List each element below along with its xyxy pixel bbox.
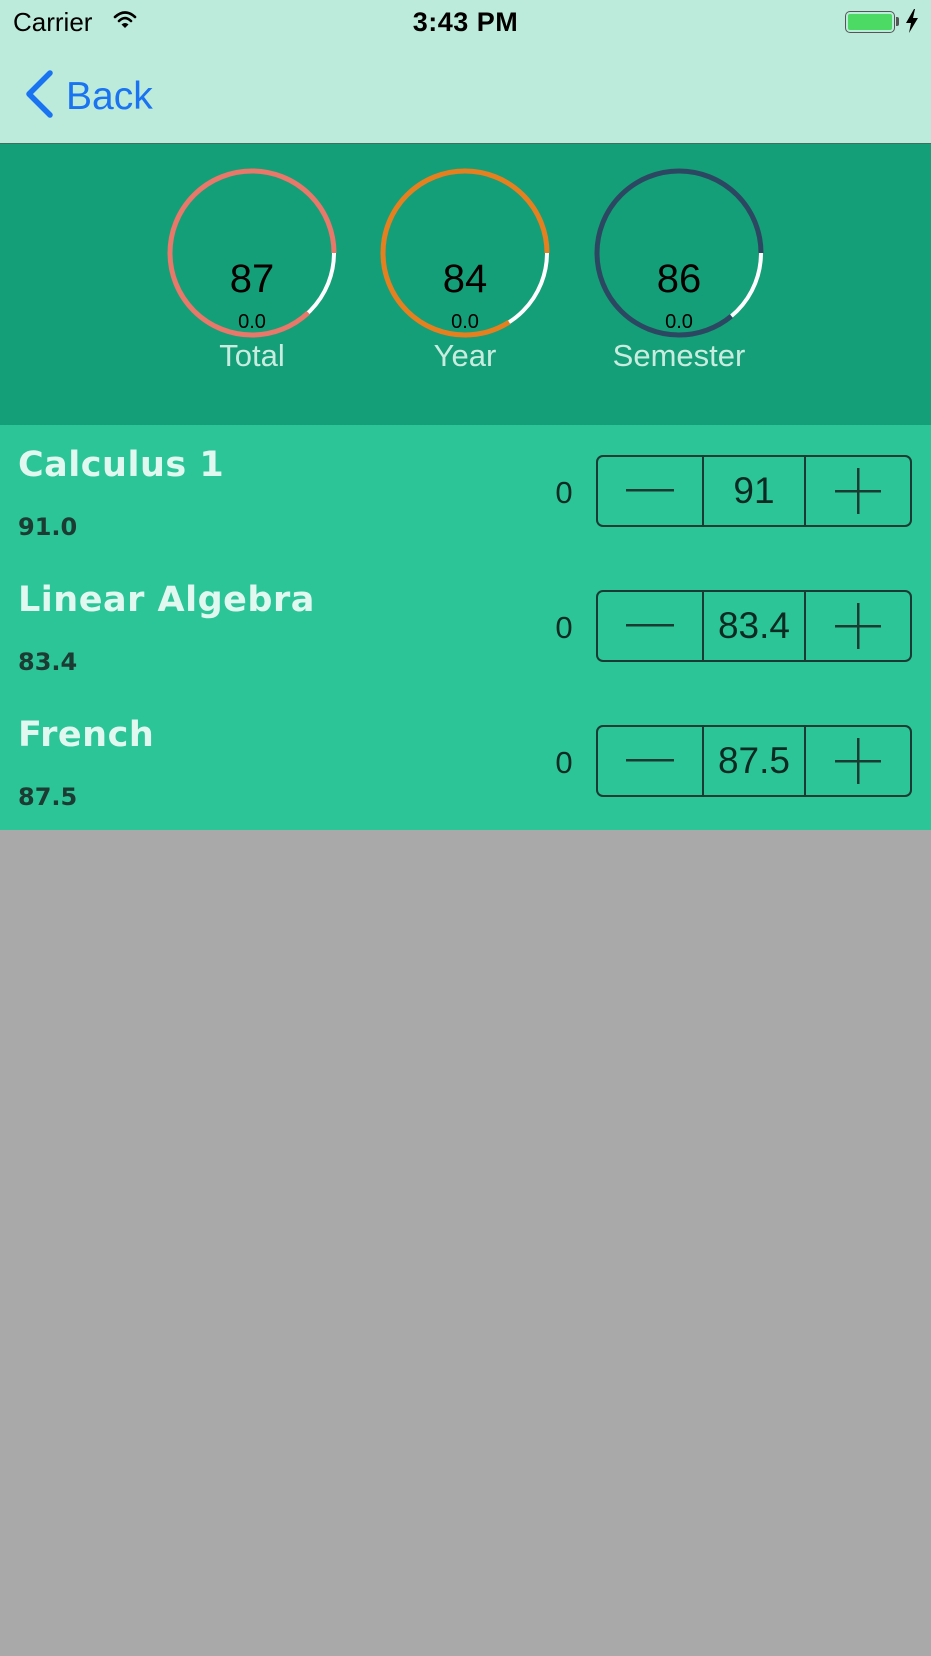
chevron-left-icon (24, 70, 54, 123)
grade-stepper: 83.4 (596, 590, 912, 662)
semester-label: Semester (612, 338, 746, 373)
clock: 3:43 PM (412, 7, 519, 37)
year-sub-value: 0.0 (451, 311, 479, 333)
course-grade: 91.0 (18, 513, 78, 541)
decrement-button[interactable] (598, 457, 702, 525)
course-name: Calculus 1 (18, 445, 225, 485)
back-label: Back (66, 74, 153, 118)
plus-icon (835, 738, 882, 784)
stepper-value: 87.5 (701, 727, 807, 795)
list-item[interactable]: Linear Algebra 83.4 0 83.4 (0, 560, 931, 695)
empty-area (0, 830, 931, 1656)
course-grade: 83.4 (18, 648, 78, 676)
course-name: Linear Algebra (18, 580, 315, 620)
increment-button[interactable] (806, 457, 910, 525)
minus-icon (625, 759, 674, 762)
battery-tip (896, 17, 899, 26)
minus-icon (625, 624, 674, 627)
decrement-button[interactable] (598, 727, 702, 795)
row-count: 0 (555, 745, 573, 780)
semester-value: 86 (656, 257, 702, 301)
grade-stepper: 87.5 (596, 725, 912, 797)
increment-button[interactable] (806, 727, 910, 795)
row-count: 0 (555, 610, 573, 645)
plus-icon (835, 468, 882, 514)
increment-button[interactable] (806, 592, 910, 660)
charging-bolt-icon (905, 9, 919, 38)
year-label: Year (433, 338, 497, 373)
grade-stepper: 91 (596, 455, 912, 527)
summary-panel: 87 0.0 84 0.0 86 0.0 Total Year Semester (0, 144, 931, 425)
minus-icon (625, 489, 674, 492)
top-bar: Carrier 3:43 PM Back (0, 0, 931, 144)
row-count: 0 (555, 475, 573, 510)
semester-sub-value: 0.0 (665, 311, 693, 333)
total-value: 87 (229, 257, 275, 301)
year-value: 84 (442, 257, 488, 301)
total-label: Total (219, 338, 285, 373)
course-list: Calculus 1 91.0 0 91 Linear Algebra 83.4… (0, 425, 931, 830)
course-name: French (18, 715, 155, 755)
stepper-value: 91 (701, 457, 807, 525)
total-sub-value: 0.0 (238, 311, 266, 333)
back-button[interactable]: Back (24, 70, 153, 123)
decrement-button[interactable] (598, 592, 702, 660)
battery-icon (845, 11, 895, 33)
list-item[interactable]: Calculus 1 91.0 0 91 (0, 425, 931, 560)
list-item[interactable]: French 87.5 0 87.5 (0, 695, 931, 830)
stepper-value: 83.4 (701, 592, 807, 660)
course-grade: 87.5 (18, 783, 78, 811)
plus-icon (835, 603, 882, 649)
